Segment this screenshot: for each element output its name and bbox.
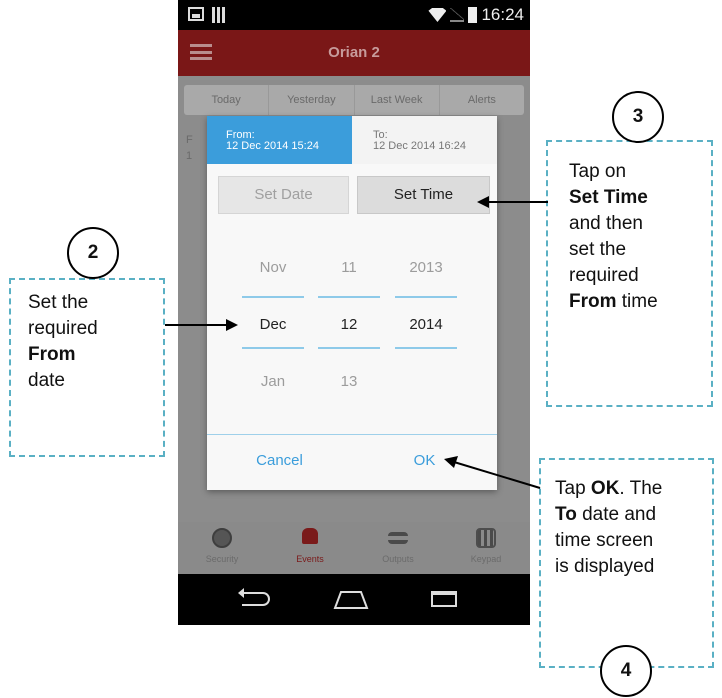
nav-outputs[interactable]: Outputs [354,522,442,574]
status-time: 16:24 [481,5,524,24]
picker-day-prev: 11 [341,259,357,276]
dialog-divider [207,434,497,435]
nav-keypad[interactable]: Keypad [442,522,530,574]
picker-year-next [395,370,457,427]
callout-3-number: 3 [612,91,664,143]
callout-2-arrow [165,324,227,326]
mode-buttons: Set Date Set Time [218,176,490,214]
picker-divider [395,296,457,298]
callout-3-box: Tap on Set Time and then set the require… [546,140,713,407]
back-icon[interactable] [238,588,270,606]
dialog-header: From: 12 Dec 2014 15:24 To: 12 Dec 2014 … [207,116,497,164]
month-picker[interactable]: Nov Dec Jan [242,256,304,427]
tab-last-week[interactable]: Last Week [355,85,440,115]
background-row-digit: 1 [186,150,193,162]
wifi-icon [428,8,447,22]
callout-3-line: required [569,265,639,286]
barcode-notification-icon [212,7,226,23]
picker-month-next: Jan [260,373,286,390]
callout-2-line: required [28,318,98,339]
picture-notification-icon [188,7,204,21]
from-tab[interactable]: From: 12 Dec 2014 15:24 [207,116,352,164]
picker-day-next: 13 [340,373,358,390]
nav-security-label: Security [205,554,239,564]
battery-icon [468,7,478,23]
callout-2-line: From [28,344,76,365]
callout-3-line: set the [569,239,627,260]
signal-icon [450,8,465,22]
nav-security[interactable]: Security [178,522,266,574]
to-value: 12 Dec 2014 16:24 [373,140,466,152]
picker-month-prev: Nov [259,259,287,276]
picker-divider [242,347,304,349]
app-title: Orian 2 [328,44,380,61]
callout-3-arrow [488,201,548,203]
callout-4-line: is displayed [555,556,655,577]
callout-2-box: Set the required From date [9,278,165,457]
callout-4-line: time screen [555,530,654,551]
home-icon[interactable] [333,590,369,610]
app-bar: Orian 2 [178,30,530,76]
toggles-icon [388,532,408,544]
nav-events-label: Events [296,554,324,564]
system-nav-bar [178,574,530,625]
nav-keypad-label: Keypad [470,554,502,564]
callout-4-line-2: To date and [555,504,657,525]
tab-yesterday[interactable]: Yesterday [269,85,355,115]
date-range-tabs: Today Yesterday Last Week Alerts [184,85,524,115]
picker-day-selected: 12 [340,316,358,333]
callout-2-line: Set the [28,292,89,313]
callout-4-number: 4 [600,645,652,697]
set-date-button[interactable]: Set Date [218,176,349,214]
set-time-button[interactable]: Set Time [357,176,490,214]
callout-2-line: date [28,370,65,391]
shield-icon [212,528,232,548]
background-row-letter: F [186,134,193,146]
callout-3-line: Set Time [569,187,648,208]
keypad-icon [476,528,496,548]
callout-2-number: 2 [67,227,119,279]
picker-divider [318,296,380,298]
status-bar: 16:24 [178,0,530,30]
nav-outputs-label: Outputs [382,554,414,564]
to-tab[interactable]: To: 12 Dec 2014 16:24 [352,116,497,164]
callout-2-arrowhead [226,319,238,331]
day-picker[interactable]: 11 12 13 [318,256,380,427]
alarm-icon [302,528,318,544]
callout-4-line-1: Tap OK. The [555,478,663,499]
picker-year-selected: 2014 [409,316,443,333]
date-time-dialog: From: 12 Dec 2014 15:24 To: 12 Dec 2014 … [207,116,497,490]
nav-events[interactable]: Events [266,522,354,574]
picker-divider [318,347,380,349]
picker-year-prev: 2013 [409,259,443,276]
callout-4-arrow [444,456,541,489]
recents-icon[interactable] [431,591,457,607]
callout-3-line: Tap on [569,161,627,182]
year-picker[interactable]: 2013 2014 [395,256,457,427]
from-value: 12 Dec 2014 15:24 [226,140,319,152]
callout-3-arrowhead [477,196,489,208]
callout-3-line: and then [569,213,643,234]
cancel-button[interactable]: Cancel [207,446,352,476]
tab-alerts[interactable]: Alerts [440,85,524,115]
tab-today[interactable]: Today [184,85,270,115]
picker-divider [395,347,457,349]
bottom-nav: Security Events Outputs Keypad [178,522,530,574]
picker-month-selected: Dec [259,316,287,333]
callout-3-line-last: From time [569,291,658,312]
callout-4-box: Tap OK. The To date and time screen is d… [539,458,714,668]
picker-divider [242,296,304,298]
